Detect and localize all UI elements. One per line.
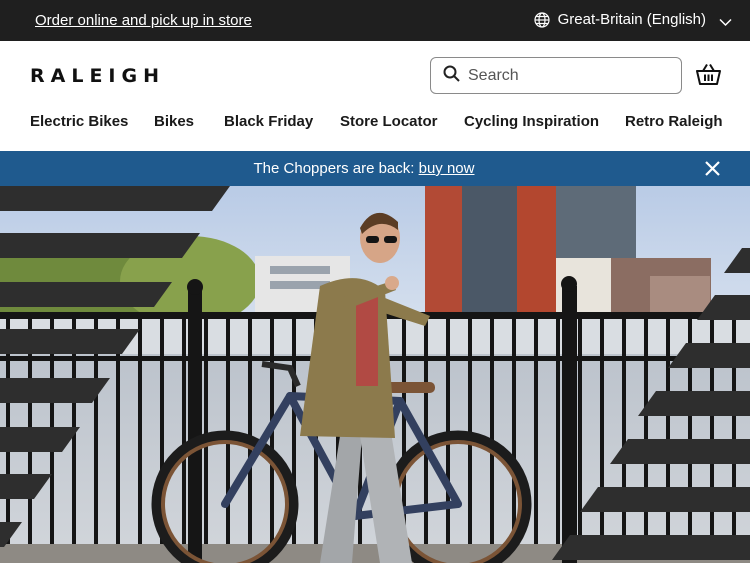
click-and-collect-link[interactable]: Order online and pick up in store <box>35 12 252 29</box>
close-icon[interactable] <box>705 161 720 181</box>
basket-icon[interactable] <box>696 63 721 90</box>
top-bar: Order online and pick up in store Great-… <box>0 0 750 41</box>
region-label: Great-Britain (English) <box>557 11 706 28</box>
search-box[interactable] <box>430 57 682 94</box>
region-selector[interactable]: Great-Britain (English) <box>534 11 706 28</box>
hero-image[interactable] <box>0 186 750 563</box>
raleigh-logo[interactable]: RALEIGH <box>30 65 165 87</box>
nav-electric-bikes[interactable]: Electric Bikes <box>30 113 128 130</box>
nav-retro-raleigh[interactable]: Retro Raleigh <box>625 113 723 130</box>
search-input[interactable] <box>468 66 658 85</box>
announcement-banner: The Choppers are back: buy now <box>0 151 750 186</box>
banner-message: The Choppers are back: buy now <box>0 160 728 177</box>
main-nav: Electric Bikes Bikes Black Friday Store … <box>0 113 750 133</box>
chevron-down-icon[interactable] <box>719 14 732 32</box>
nav-cycling-inspiration[interactable]: Cycling Inspiration <box>464 113 599 130</box>
globe-icon <box>534 11 550 28</box>
search-icon[interactable] <box>443 65 460 87</box>
buy-now-link[interactable]: buy now <box>419 160 475 177</box>
hero-illustration <box>0 186 750 563</box>
site-header: RALEIGH Electric Bikes Bikes Black Frida… <box>0 41 750 151</box>
nav-black-friday[interactable]: Black Friday <box>224 113 313 130</box>
nav-store-locator[interactable]: Store Locator <box>340 113 438 130</box>
nav-bikes[interactable]: Bikes <box>154 113 194 130</box>
banner-text: The Choppers are back: <box>253 160 419 177</box>
